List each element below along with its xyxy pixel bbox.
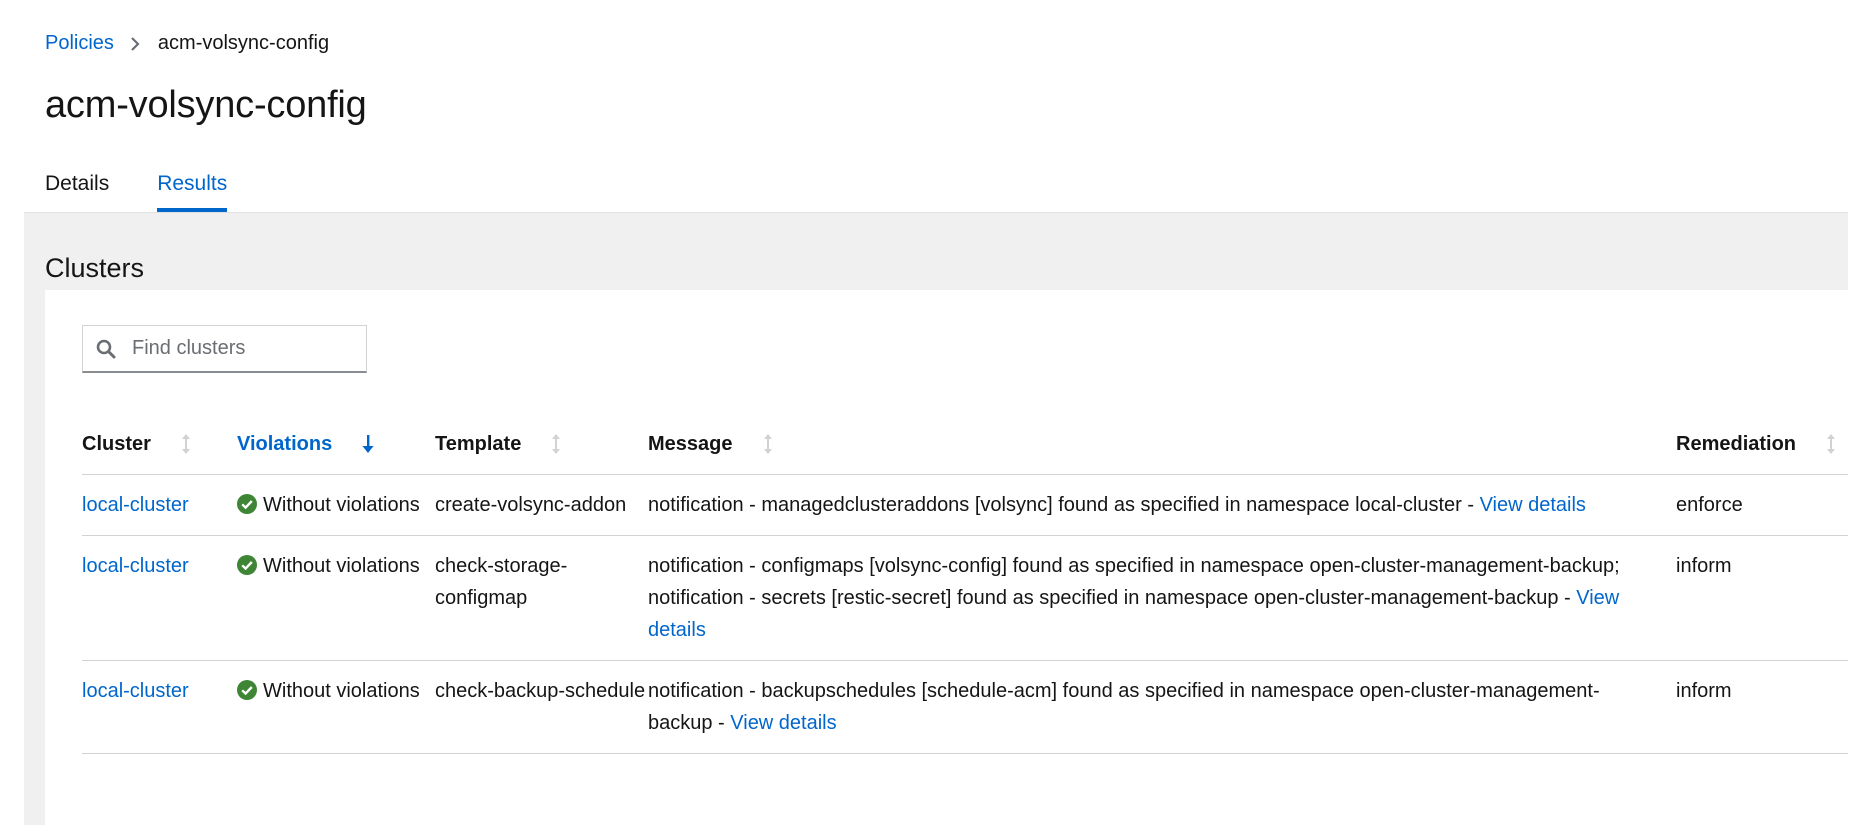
page-title: acm-volsync-config xyxy=(45,84,367,126)
column-header-label: Violations xyxy=(237,432,333,455)
remediation-value: inform xyxy=(1676,660,1848,754)
search-box xyxy=(82,325,367,373)
column-header-message[interactable]: Message xyxy=(648,414,1676,475)
message-text: notification - configmaps [volsync-confi… xyxy=(648,555,1620,609)
cluster-link[interactable]: local-cluster xyxy=(82,680,189,702)
column-header-label: Cluster xyxy=(82,432,151,455)
check-circle-icon xyxy=(237,555,257,575)
view-details-link[interactable]: View details xyxy=(730,712,836,734)
breadcrumb: Policies acm-volsync-config xyxy=(45,32,329,55)
table-row: local-cluster Without violations check-b… xyxy=(82,660,1848,754)
sort-icon[interactable] xyxy=(181,433,191,455)
remediation-value: enforce xyxy=(1676,474,1848,536)
search-icon xyxy=(96,339,116,359)
column-header-template[interactable]: Template xyxy=(435,414,648,475)
sort-icon[interactable] xyxy=(1826,433,1836,455)
section-title-clusters: Clusters xyxy=(45,253,145,283)
clusters-card: Cluster Violations Template Message xyxy=(45,290,1848,825)
column-header-label: Template xyxy=(435,432,522,455)
violation-status: Without violations xyxy=(263,555,420,577)
remediation-value: inform xyxy=(1676,535,1848,661)
results-panel: Clusters Cluster Violations xyxy=(24,212,1848,825)
arrow-down-icon[interactable] xyxy=(362,433,374,455)
violation-status: Without violations xyxy=(263,494,420,516)
table-row: local-cluster Without violations create-… xyxy=(82,474,1848,536)
tab-bar: Details Results xyxy=(45,168,275,212)
sort-icon[interactable] xyxy=(763,433,773,455)
breadcrumb-link-policies[interactable]: Policies xyxy=(45,32,114,55)
view-details-link[interactable]: View details xyxy=(1480,494,1586,516)
results-table: Cluster Violations Template Message Reme… xyxy=(82,414,1848,754)
breadcrumb-current: acm-volsync-config xyxy=(157,32,330,54)
template-name: check-storage-configmap xyxy=(435,535,648,661)
cluster-link[interactable]: local-cluster xyxy=(82,494,189,516)
table-row: local-cluster Without violations check-s… xyxy=(82,535,1848,661)
search-input[interactable] xyxy=(130,336,354,361)
tab-details[interactable]: Details xyxy=(45,168,109,212)
message-text: notification - managedclusteraddons [vol… xyxy=(648,494,1480,516)
cluster-link[interactable]: local-cluster xyxy=(82,555,189,577)
template-name: check-backup-schedule xyxy=(435,660,648,754)
check-circle-icon xyxy=(237,494,257,514)
tab-results[interactable]: Results xyxy=(157,168,228,212)
column-header-label: Message xyxy=(648,432,733,455)
sort-icon[interactable] xyxy=(551,433,561,455)
chevron-right-icon xyxy=(130,36,140,51)
check-circle-icon xyxy=(237,680,257,700)
table-header-row: Cluster Violations Template Message Reme… xyxy=(82,414,1848,475)
column-header-cluster[interactable]: Cluster xyxy=(82,414,237,475)
violation-status: Without violations xyxy=(263,680,420,702)
template-name: create-volsync-addon xyxy=(435,474,648,536)
column-header-violations[interactable]: Violations xyxy=(237,414,435,475)
column-header-remediation[interactable]: Remediation xyxy=(1676,414,1848,475)
column-header-label: Remediation xyxy=(1676,432,1797,455)
